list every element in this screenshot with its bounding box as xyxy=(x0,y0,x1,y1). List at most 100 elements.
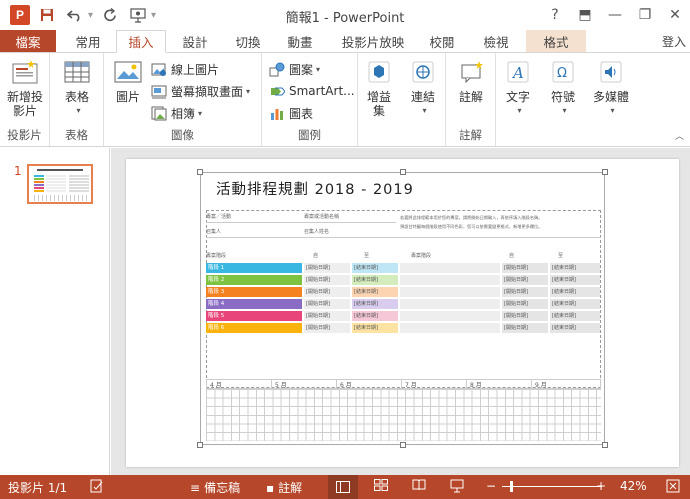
new-slide-button[interactable]: 新增投 影片 xyxy=(4,57,46,118)
slide-thumbnail[interactable] xyxy=(27,164,93,204)
table-button[interactable]: 表格 ▾ xyxy=(58,57,96,118)
online-pictures-button[interactable]: 線上圖片 xyxy=(150,59,219,79)
phase-3-label[interactable]: 階段 3 xyxy=(206,287,302,297)
text-button[interactable]: A 文字 ▾ xyxy=(502,57,534,118)
phase-6-start[interactable]: [開始日期] xyxy=(304,323,350,333)
phase-1-label[interactable]: 階段 1 xyxy=(206,263,302,273)
phase-4-start[interactable]: [開始日期] xyxy=(304,299,350,309)
phase-1-start2[interactable]: [開始日期] xyxy=(502,263,548,273)
omega-icon: Ω xyxy=(547,57,579,87)
phase-4-label[interactable]: 階段 4 xyxy=(206,299,302,309)
zoom-slider-thumb[interactable] xyxy=(510,481,513,492)
restore-button[interactable]: ❐ xyxy=(630,0,660,30)
zoom-level[interactable]: 42% xyxy=(620,479,647,493)
thumb-grid xyxy=(46,175,66,192)
tab-view[interactable]: 檢視 xyxy=(472,30,520,52)
sign-in-link[interactable]: 登入 xyxy=(662,33,686,50)
slideshow-icon[interactable] xyxy=(450,479,464,493)
symbols-label: 符號 xyxy=(550,90,575,104)
tab-home[interactable]: 常用 xyxy=(62,30,114,52)
tab-slideshow[interactable]: 投影片放映 xyxy=(334,30,412,52)
shapes-button[interactable]: 圖案 ▾ xyxy=(268,59,320,79)
undo-dropdown-icon[interactable]: ▾ xyxy=(88,10,93,21)
customize-qat-icon[interactable]: ▾ xyxy=(151,10,156,21)
phase-6-start2[interactable]: [開始日期] xyxy=(502,323,548,333)
phase-1-end2[interactable]: [結束日期] xyxy=(550,263,600,273)
normal-view-icon[interactable] xyxy=(328,475,358,499)
phase-3-end[interactable]: [結束日期] xyxy=(352,287,398,297)
reading-view-icon[interactable] xyxy=(412,479,426,491)
ribbon-insert: 新增投 影片 投影片 表格 ▾ 表格 圖片 線上圖片 螢幕擷取畫面 ▾ 相簿 ▾… xyxy=(0,52,690,147)
fit-to-window-icon[interactable] xyxy=(666,479,680,493)
slide-title[interactable]: 活動排程規劃 2018 - 2019 xyxy=(216,178,414,199)
notes-button[interactable]: ≡ 備忘稿 xyxy=(190,479,240,496)
start-from-beginning-icon[interactable] xyxy=(127,4,149,26)
phase-5-label[interactable]: 階段 5 xyxy=(206,311,302,321)
links-label: 連結 xyxy=(410,90,435,104)
phase-1-start[interactable]: [開始日期] xyxy=(304,263,350,273)
resize-handle[interactable] xyxy=(400,169,406,175)
collapse-ribbon-icon[interactable]: ︿ xyxy=(675,129,684,142)
phase-1-end[interactable]: [結束日期] xyxy=(352,263,398,273)
phase-2-end[interactable]: [結束日期] xyxy=(352,275,398,285)
spellcheck-icon[interactable] xyxy=(90,479,104,493)
tab-design[interactable]: 設計 xyxy=(170,30,220,52)
slide-canvas[interactable]: 活動排程規劃 2018 - 2019 專案／活動 專案或活動名稱 召集人 召集人… xyxy=(126,159,679,467)
tab-animations[interactable]: 動畫 xyxy=(276,30,324,52)
group-images: 圖片 線上圖片 螢幕擷取畫面 ▾ 相簿 ▾ 圖像 xyxy=(104,53,262,146)
phase-2-end2[interactable]: [結束日期] xyxy=(550,275,600,285)
resize-handle[interactable] xyxy=(400,442,406,448)
tab-review[interactable]: 校閱 xyxy=(418,30,466,52)
tab-file[interactable]: 檔案 xyxy=(0,30,56,52)
picture-button[interactable]: 圖片 xyxy=(112,57,144,104)
comments-button[interactable]: ▪ 註解 xyxy=(266,479,302,496)
phase-3-end2[interactable]: [結束日期] xyxy=(550,287,600,297)
tab-transitions[interactable]: 切換 xyxy=(224,30,272,52)
phase-3-start2[interactable]: [開始日期] xyxy=(502,287,548,297)
slide-sorter-icon[interactable] xyxy=(374,479,388,491)
links-button[interactable]: 連結 ▾ xyxy=(406,57,440,118)
phase-2-start[interactable]: [開始日期] xyxy=(304,275,350,285)
phase-5-start[interactable]: [開始日期] xyxy=(304,311,350,321)
resize-handle[interactable] xyxy=(197,442,203,448)
undo-icon[interactable] xyxy=(64,4,86,26)
zoom-in-button[interactable]: + xyxy=(596,479,606,493)
phase-4-end2[interactable]: [結束日期] xyxy=(550,299,600,309)
redo-icon[interactable] xyxy=(99,4,121,26)
save-icon[interactable] xyxy=(36,4,58,26)
phase-2-label[interactable]: 階段 2 xyxy=(206,275,302,285)
chart-button[interactable]: 圖表 xyxy=(268,103,313,123)
addins-button[interactable]: 增益 集 xyxy=(362,57,396,118)
month-divider xyxy=(401,379,402,389)
phase-5-end2[interactable]: [結束日期] xyxy=(550,311,600,321)
resize-handle[interactable] xyxy=(602,169,608,175)
phase-5-end[interactable]: [結束日期] xyxy=(352,311,398,321)
ribbon-display-options-icon[interactable]: ⬒ xyxy=(570,0,600,30)
phase-4-end[interactable]: [結束日期] xyxy=(352,299,398,309)
phase-6-label[interactable]: 階段 6 xyxy=(206,323,302,333)
zoom-out-button[interactable]: − xyxy=(486,479,496,493)
phase-5-start2[interactable]: [開始日期] xyxy=(502,311,548,321)
tab-insert[interactable]: 插入 xyxy=(116,30,166,53)
resize-handle[interactable] xyxy=(197,169,203,175)
tab-format[interactable]: 格式 xyxy=(526,30,586,52)
smartart-button[interactable]: SmartArt... xyxy=(268,81,355,101)
minimize-button[interactable]: — xyxy=(600,0,630,30)
photo-album-button[interactable]: 相簿 ▾ xyxy=(150,103,202,123)
media-button[interactable]: 多媒體 ▾ xyxy=(590,57,632,118)
screenshot-button[interactable]: 螢幕擷取畫面 ▾ xyxy=(150,81,250,101)
phase-4-start2[interactable]: [開始日期] xyxy=(502,299,548,309)
resize-handle[interactable] xyxy=(602,442,608,448)
help-icon[interactable]: ? xyxy=(540,0,570,30)
comment-button[interactable]: 註解 xyxy=(454,57,488,104)
phase-6-end[interactable]: [結束日期] xyxy=(352,323,398,333)
powerpoint-app-icon[interactable]: P xyxy=(10,5,30,25)
phase-3-start[interactable]: [開始日期] xyxy=(304,287,350,297)
zoom-slider[interactable] xyxy=(502,486,602,487)
close-button[interactable]: ✕ xyxy=(660,0,690,30)
phase-6-end2[interactable]: [結束日期] xyxy=(550,323,600,333)
month-divider xyxy=(271,379,272,389)
month-divider xyxy=(336,379,337,389)
symbols-button[interactable]: Ω 符號 ▾ xyxy=(546,57,580,118)
phase-2-start2[interactable]: [開始日期] xyxy=(502,275,548,285)
